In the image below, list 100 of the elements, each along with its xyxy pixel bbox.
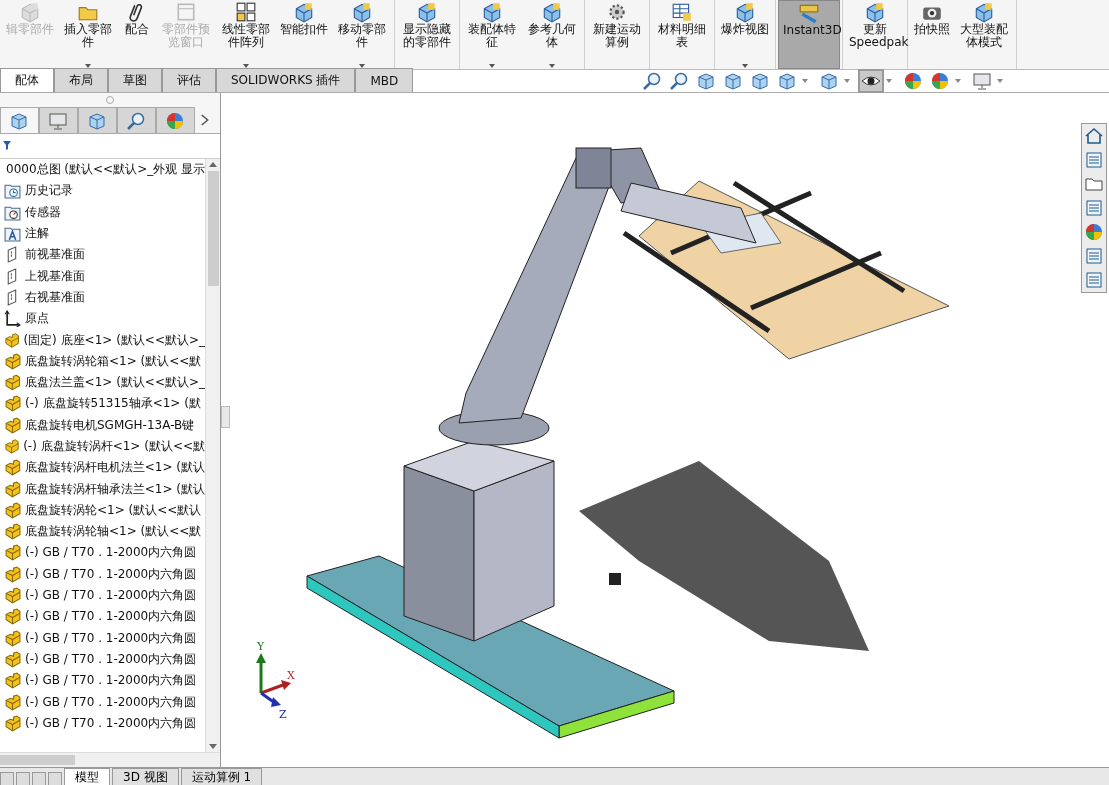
tree-item-label: 历史记录 [25, 182, 73, 200]
tree-item[interactable]: (-) 底盘旋转51315轴承<1> (默 [0, 393, 205, 415]
color-ball-icon[interactable] [1084, 222, 1104, 242]
tree-item-label: 上视基准面 [25, 267, 85, 285]
tree-item[interactable]: (-) GB / T70 . 1-2000内六角圆 [0, 542, 205, 564]
ribbon-button[interactable]: 新建运动算例 [587, 0, 647, 69]
home-icon[interactable] [1084, 126, 1104, 146]
ribbon-button[interactable]: 插入零部件 [58, 0, 118, 69]
panel-tab[interactable] [0, 107, 39, 133]
tree-item[interactable]: 前视基准面 [0, 244, 205, 266]
tree-item[interactable]: 上视基准面 [0, 265, 205, 287]
gear-icon [606, 1, 628, 23]
scrollbar-thumb[interactable] [0, 755, 75, 765]
caret-icon[interactable] [844, 79, 850, 83]
tab-scroll-button[interactable] [0, 772, 14, 785]
caret-icon[interactable] [955, 79, 961, 83]
ribbon-button[interactable]: 大型装配体模式 [954, 0, 1014, 69]
scrollbar-thumb[interactable] [207, 171, 219, 286]
tree-item[interactable]: (固定) 底座<1> (默认<<默认>_ [0, 329, 205, 351]
tree-item[interactable]: (-) GB / T70 . 1-2000内六角圆 [0, 712, 205, 734]
tree-item[interactable]: 传感器 [0, 201, 205, 223]
ribbon-tab[interactable]: MBD [355, 68, 414, 92]
ribbon-button[interactable]: 装配体特征 [462, 0, 522, 69]
tree-item-label: (-) GB / T70 . 1-2000内六角圆 [25, 714, 197, 732]
filter-icon[interactable] [2, 140, 12, 152]
tree-item[interactable]: (-) GB / T70 . 1-2000内六角圆 [0, 606, 205, 628]
ribbon-button[interactable]: 参考几何体 [522, 0, 582, 69]
tree-item-label: 底盘旋转涡轮<1> (默认<<默认 [25, 501, 202, 519]
tree-item[interactable]: (-) GB / T70 . 1-2000内六角圆 [0, 584, 205, 607]
panel-tab[interactable] [116, 107, 156, 133]
panel-tab[interactable] [77, 107, 117, 133]
ribbon-button[interactable]: 爆炸视图 [717, 0, 773, 69]
caret-icon[interactable] [997, 79, 1003, 83]
tree-item-label: (-) GB / T70 . 1-2000内六角圆 [25, 544, 197, 562]
ribbon-tab[interactable]: 草图 [108, 68, 162, 92]
part-icon [4, 480, 21, 498]
zoom-fit-icon [126, 110, 147, 131]
part-icon [4, 501, 21, 519]
caret-icon[interactable] [886, 79, 892, 83]
part-icon [4, 544, 21, 562]
tree-item[interactable]: (-) 底盘旋转涡杆<1> (默认<<默 [0, 435, 205, 458]
tree-item-label: 底盘旋转涡杆电机法兰<1> (默认 [24, 459, 205, 477]
tree-item[interactable]: (-) GB / T70 . 1-2000内六角圆 [0, 670, 205, 692]
axis-label: X [287, 669, 295, 682]
ribbon-button[interactable]: Instant3D [778, 0, 840, 69]
tree-item[interactable]: 底盘法兰盖<1> (默认<<默认>_ [0, 371, 205, 394]
tab-scroll-button[interactable] [16, 772, 30, 785]
ribbon-button[interactable]: 拍快照 [910, 0, 954, 69]
panel-collapse-handle[interactable] [221, 406, 230, 428]
tree-item[interactable]: 底盘旋转涡轮<1> (默认<<默认 [0, 499, 205, 522]
tree-item-label: (-) GB / T70 . 1-2000内六角圆 [25, 608, 197, 626]
document-tab[interactable]: 3D 视图 [112, 768, 179, 785]
ribbon-button[interactable]: 配合 [118, 0, 156, 69]
scroll-down-icon[interactable] [209, 744, 217, 749]
ribbon-button[interactable]: 显示隐藏的零部件 [397, 0, 457, 69]
monitor-icon[interactable] [970, 70, 994, 92]
ribbon-tab[interactable]: 布局 [54, 68, 108, 92]
tree-item-label: 前视基准面 [25, 246, 85, 264]
panel-tab[interactable] [38, 107, 78, 133]
axis-label: Y [257, 640, 265, 653]
tree-item-label: (-) GB / T70 . 1-2000内六角圆 [25, 650, 197, 668]
tree-item[interactable]: 底盘旋转涡杆电机法兰<1> (默认 [0, 457, 205, 479]
part-icon [4, 416, 21, 434]
tree-item[interactable]: (-) GB / T70 . 1-2000内六角圆 [0, 563, 205, 585]
part-icon [4, 395, 21, 413]
tree-item[interactable]: 底盘旋转涡轮箱<1> (默认<<默 [0, 350, 205, 372]
tree-item-label: (-) GB / T70 . 1-2000内六角圆 [25, 587, 197, 605]
caret-icon[interactable] [802, 79, 808, 83]
tree-item[interactable]: 历史记录 [0, 180, 205, 202]
tree-item[interactable]: 底盘旋转涡轮轴<1> (默认<<默 [0, 521, 205, 543]
tree-item[interactable]: (-) GB / T70 . 1-2000内六角圆 [0, 627, 205, 649]
monitor-icon [48, 110, 69, 131]
cube-icon [9, 110, 30, 131]
document-tab[interactable]: 运动算例 1 [180, 768, 263, 785]
ribbon-tab[interactable]: 评估 [162, 68, 216, 92]
tree-root-item[interactable]: 0000总图 (默认<<默认>_外观 显示 [0, 159, 205, 181]
part-icon [4, 523, 21, 541]
part-icon [4, 587, 21, 605]
ribbon-tab[interactable]: SOLIDWORKS 插件 [216, 68, 356, 92]
panel-tab[interactable] [155, 107, 195, 133]
ribbon-tab[interactable]: 配体 [0, 68, 54, 92]
tree-item[interactable]: 注解 [0, 222, 205, 245]
cube-icon [734, 1, 756, 23]
tree-item[interactable]: 底盘旋转电机SGMGH-13A-B键 [0, 414, 205, 436]
tree-item-label: 底盘法兰盖<1> (默认<<默认>_ [24, 374, 205, 392]
tab-scroll-button[interactable] [48, 772, 62, 785]
document-tab[interactable]: 模型 [64, 768, 110, 785]
ribbon-button[interactable]: 线性零部件阵列 [216, 0, 276, 69]
tree-item[interactable]: (-) GB / T70 . 1-2000内六角圆 [0, 648, 205, 671]
tree-item[interactable]: 原点 [0, 308, 205, 330]
list-icon[interactable] [1084, 246, 1104, 266]
tree-item[interactable]: 右视基准面 [0, 286, 205, 309]
tree-item-label: 底盘旋转涡杆轴承法兰<1> (默认 [24, 480, 205, 498]
tree-item[interactable]: (-) GB / T70 . 1-2000内六角圆 [0, 691, 205, 713]
tree-item-label: (固定) 底座<1> (默认<<默认>_ [23, 331, 205, 349]
tree-item[interactable]: 底盘旋转涡杆轴承法兰<1> (默认 [0, 478, 205, 500]
ribbon-button[interactable]: 材料明细表 [652, 0, 712, 69]
part-icon [4, 438, 20, 455]
scroll-up-icon[interactable] [209, 162, 217, 167]
tab-scroll-button[interactable] [32, 772, 46, 785]
